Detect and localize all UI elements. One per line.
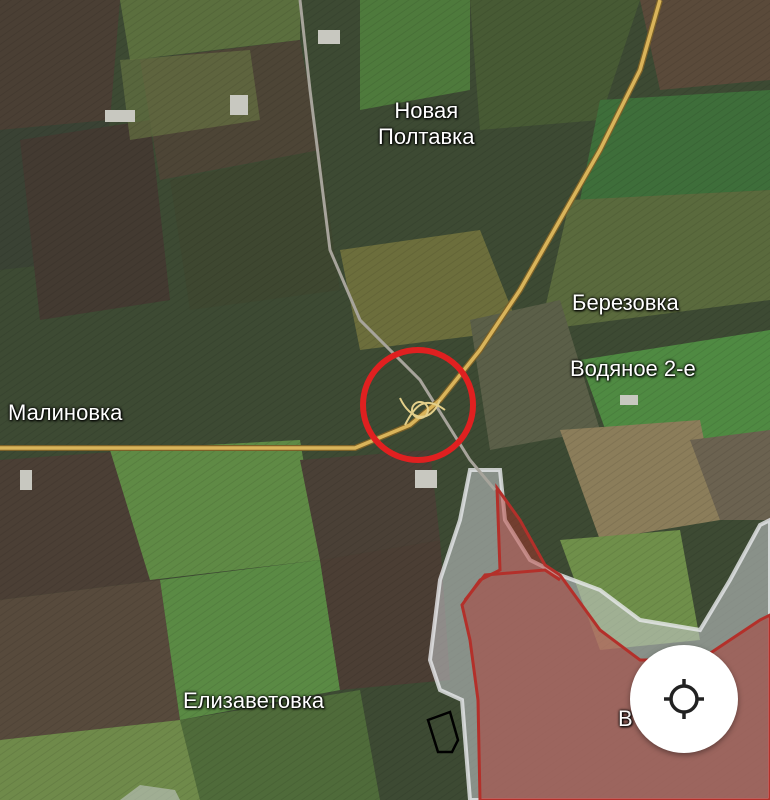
place-label-malinovka: Малиновка (8, 400, 123, 425)
map-view[interactable]: Новая Полтавка Березовка Водяное 2-е Мал… (0, 0, 770, 800)
crosshair-target-icon (664, 679, 704, 719)
place-label-novaya-poltavka: Новая Полтавка (378, 98, 475, 149)
place-label-vodyanoe: Водяное 2-е (570, 356, 696, 381)
place-label-elizavetovka: Елизаветовка (183, 688, 325, 713)
place-label-berezovka: Березовка (572, 290, 679, 315)
my-location-button[interactable] (630, 645, 738, 753)
